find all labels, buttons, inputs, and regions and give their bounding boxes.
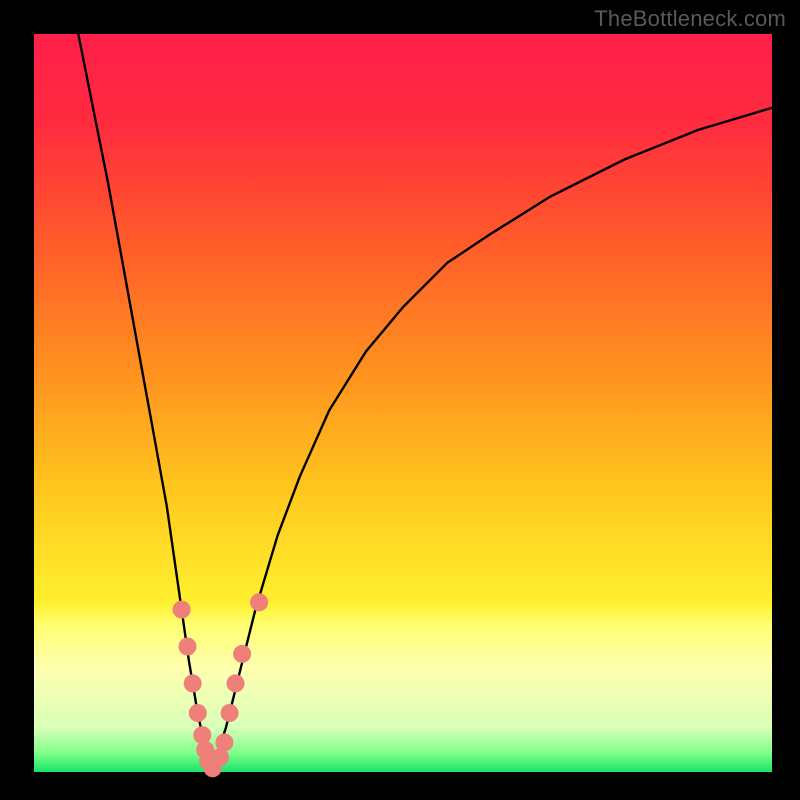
highlight-dot: [215, 734, 233, 752]
highlight-dot: [189, 704, 207, 722]
highlight-dot: [221, 704, 239, 722]
bottleneck-chart: [0, 0, 800, 800]
highlight-dot: [250, 593, 268, 611]
highlight-dot: [184, 674, 202, 692]
highlight-dot: [173, 601, 191, 619]
watermark-text: TheBottleneck.com: [594, 6, 786, 32]
highlight-dot: [233, 645, 251, 663]
highlight-dot: [227, 674, 245, 692]
highlight-dot: [179, 638, 197, 656]
